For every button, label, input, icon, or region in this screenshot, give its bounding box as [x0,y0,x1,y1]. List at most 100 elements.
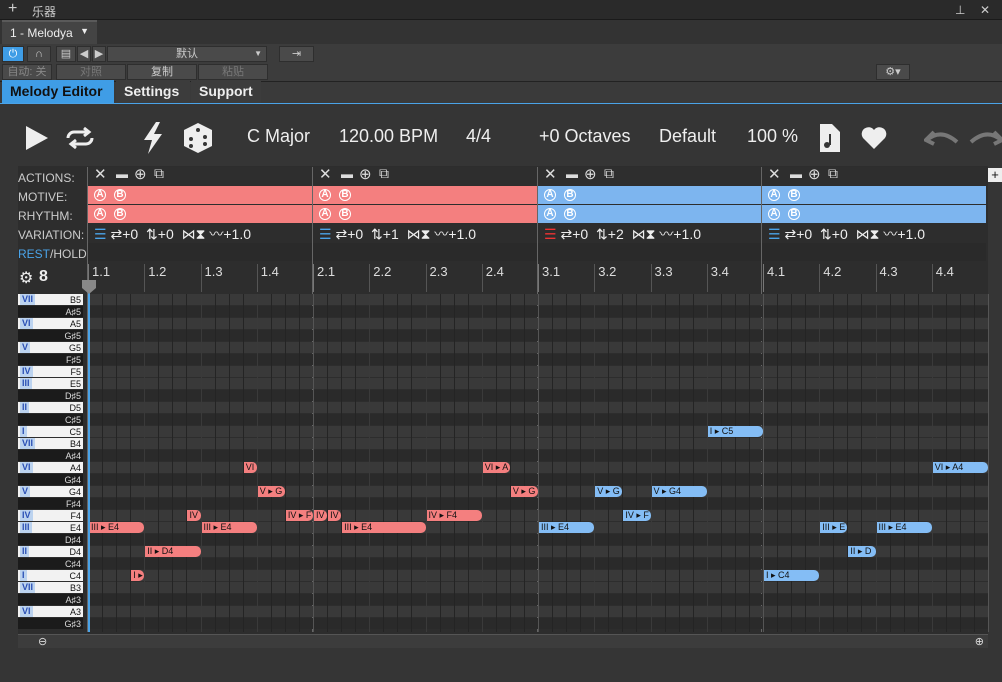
clear-icon[interactable]: ▬ [790,167,802,181]
piano-key[interactable]: G♯4 [18,474,83,485]
melody-note[interactable]: I ▸ C5 [707,426,763,437]
mirror-icon[interactable]: ⋈ [856,226,870,242]
segment-rhythm[interactable]: A B [762,205,986,223]
transpose-value[interactable]: +0 [832,226,848,242]
zoom-display[interactable]: 100 % [747,126,798,147]
prev-preset-icon[interactable]: ◀ [77,46,91,62]
shift-value[interactable]: +0 [572,226,588,242]
piano-key[interactable]: V G4 [18,486,83,497]
melody-note[interactable]: V ▸ G [257,486,285,497]
piano-key[interactable]: V G5 [18,342,83,353]
humanize-value[interactable]: +1.0 [448,226,476,242]
zoom-out-icon[interactable]: ⊖ [38,635,47,648]
transpose-icon[interactable]: ⇅ [146,226,158,242]
add-icon[interactable]: ⊕ [808,165,821,183]
transpose-value[interactable]: +2 [608,226,624,242]
humanize-value[interactable]: +1.0 [673,226,701,242]
plus-icon[interactable]: + [8,0,17,18]
piano-key[interactable]: A♯3 [18,594,83,605]
tab-support[interactable]: Support [191,80,261,103]
melody-note[interactable]: VI [243,462,257,473]
melody-note[interactable]: III ▸ E4 [876,522,932,533]
motive-a-icon[interactable]: A [319,189,331,201]
gear-icon[interactable]: ⚙ [19,268,33,288]
piano-key[interactable]: I C5 [18,426,83,437]
loop-icon[interactable] [64,126,96,150]
time-signature[interactable]: 4/4 [466,126,491,147]
piano-key[interactable]: A♯4 [18,450,83,461]
melody-note[interactable]: I ▸ C4 [764,570,820,581]
delete-icon[interactable]: ✕ [768,165,781,183]
melody-note[interactable]: IV [187,510,201,521]
melody-note[interactable]: V ▸ G4 [651,486,707,497]
add-icon[interactable]: ⊕ [359,165,372,183]
pin-icon[interactable]: ⊥ [955,3,965,17]
rest-hold-lane[interactable] [538,243,762,261]
segment-rhythm[interactable]: A B [88,205,312,223]
chevron-down-icon[interactable]: ▼ [80,26,89,36]
transpose-icon[interactable]: ⇅ [820,226,832,242]
motive-a-icon[interactable]: A [544,189,556,201]
piano-key[interactable]: G♯5 [18,330,83,341]
melody-note[interactable]: IV ▸ F [285,510,313,521]
melody-note[interactable]: VI ▸ A [482,462,510,473]
segment-rhythm[interactable]: A B [538,205,762,223]
segment-motive[interactable]: A B [762,186,986,204]
rhythm-a-icon[interactable]: A [94,208,106,220]
melody-note[interactable]: II ▸ D [848,546,876,557]
motive-a-icon[interactable]: A [768,189,780,201]
piano-key[interactable]: C♯5 [18,414,83,425]
gear-icon[interactable]: ⚙▾ [876,64,910,80]
instrument-tab[interactable]: 1 - Melodya ▼ [2,20,97,44]
tempo-display[interactable]: 120.00 BPM [339,126,438,147]
copy-icon[interactable]: ⧉ [828,165,838,182]
music-file-icon[interactable] [818,124,840,152]
melody-note[interactable]: III ▸ E [820,522,848,533]
clear-icon[interactable]: ▬ [116,167,128,181]
melody-note[interactable]: IV [314,510,328,521]
shift-value[interactable]: +0 [796,226,812,242]
melody-note[interactable]: I ▸ [131,570,145,581]
motive-b-icon[interactable]: B [339,189,351,201]
playhead[interactable] [88,280,90,632]
preset-selector[interactable]: Default [659,126,716,147]
melody-note[interactable]: III ▸ E4 [201,522,257,533]
segment-motive[interactable]: A B [313,186,537,204]
rhythm-b-icon[interactable]: B [114,208,126,220]
melody-note[interactable]: IV ▸ F4 [426,510,482,521]
melody-note[interactable]: III ▸ E4 [342,522,426,533]
shift-icon[interactable]: ⇄ [784,226,796,242]
rhythm-b-icon[interactable]: B [788,208,800,220]
shift-icon[interactable]: ⇄ [335,226,347,242]
undo-icon[interactable] [924,128,960,148]
delete-icon[interactable]: ✕ [94,165,107,183]
rhythm-b-icon[interactable]: B [564,208,576,220]
humanize-value[interactable]: +1.0 [897,226,925,242]
humanize-icon[interactable]: 〰 [883,226,897,242]
octave-8-icon[interactable]: 8 [39,268,48,286]
segment-motive[interactable]: A B [88,186,312,204]
add-icon[interactable]: ⊕ [584,165,597,183]
piano-key[interactable]: VI A5 [18,318,83,329]
zoom-in-icon[interactable]: ⊕ [975,635,984,648]
heart-icon[interactable] [860,126,888,150]
tab-melody-editor[interactable]: Melody Editor [2,80,114,103]
rest-hold-lane[interactable] [762,243,986,261]
redo-icon[interactable] [968,128,1002,148]
piano-key[interactable]: III E5 [18,378,83,389]
shift-icon[interactable]: ⇄ [560,226,572,242]
melody-note[interactable]: III ▸ E4 [539,522,595,533]
melody-note[interactable]: V ▸ G [595,486,623,497]
key-selector[interactable]: C Major [247,126,310,147]
play-icon[interactable] [24,124,50,152]
piano-key[interactable]: II D4 [18,546,83,557]
motive-b-icon[interactable]: B [114,189,126,201]
piano-key[interactable]: IV F4 [18,510,83,521]
piano-key[interactable]: F♯4 [18,498,83,509]
paste-button[interactable]: 粘贴 [198,64,268,80]
piano-key[interactable]: IV F5 [18,366,83,377]
preset-list-icon[interactable]: ▤ [56,46,76,62]
piano-key[interactable]: VII B4 [18,438,83,449]
piano-key[interactable]: C♯4 [18,558,83,569]
variation-list-icon[interactable]: ☰ [319,226,332,242]
